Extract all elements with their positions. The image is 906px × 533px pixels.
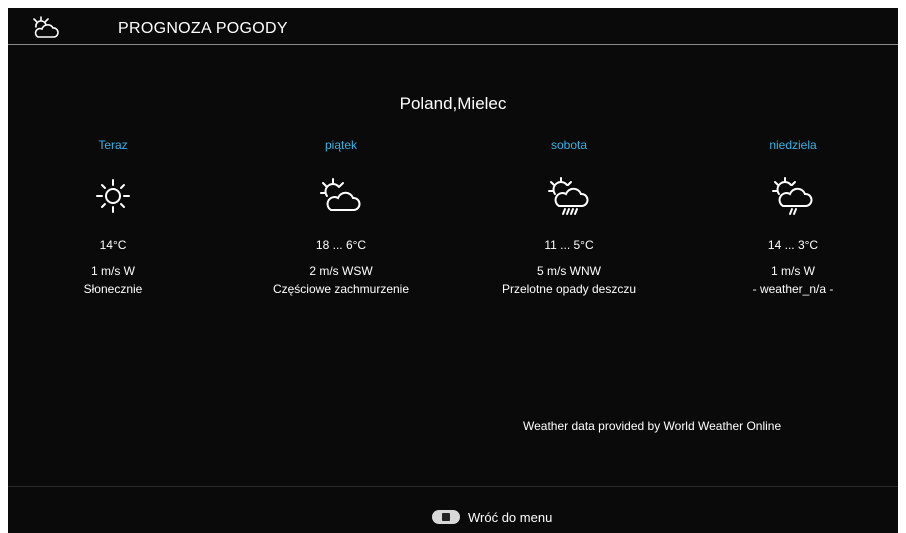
wind: 1 m/s W — [91, 264, 135, 278]
weather-description: Słonecznie — [83, 282, 143, 296]
back-to-menu-button[interactable]: Wróć do menu — [432, 506, 552, 528]
sun-cloud-drizzle-icon — [772, 177, 813, 215]
location-label: Poland,Mielec — [399, 94, 507, 113]
weather-description: Częściowe zachmurzenie — [272, 282, 410, 296]
weather-screen: PROGNOZA POGODY Poland,Mielec Teraz 14°C… — [8, 8, 898, 533]
forecast-column-now: Teraz 14°C 1 m/s W Słonecznie — [8, 138, 218, 296]
header-bar: PROGNOZA POGODY — [8, 8, 898, 45]
day-label: Teraz — [98, 138, 128, 152]
footer-divider — [8, 486, 898, 487]
page-title: PROGNOZA POGODY — [118, 20, 288, 37]
day-label: piątek — [324, 138, 358, 152]
weather-description: Przelotne opady deszczu — [501, 282, 637, 296]
weather-app-icon — [33, 16, 59, 38]
forecast-column-friday: piątek 18 ... 6°C 2 m/s WSW Częściowe za… — [236, 138, 446, 296]
weather-description: - weather_n/a - — [752, 282, 834, 296]
day-label: sobota — [550, 138, 588, 152]
temperature: 11 ... 5°C — [544, 238, 594, 252]
temperature: 14°C — [99, 238, 127, 252]
back-to-menu-label: Wróć do menu — [468, 509, 553, 525]
remote-button-icon — [432, 510, 460, 524]
forecast-column-saturday: sobota 11 ... 5°C 5 m/s WNW Przelotne op… — [464, 138, 674, 296]
data-credit: Weather data provided by World Weather O… — [523, 419, 782, 433]
day-label: niedziela — [769, 138, 817, 152]
sun-cloud-rain-icon — [548, 177, 589, 215]
partly-cloudy-icon — [320, 178, 361, 211]
sun-icon — [96, 179, 130, 213]
wind: 2 m/s WSW — [309, 264, 373, 278]
wind: 1 m/s W — [771, 264, 815, 278]
wind: 5 m/s WNW — [537, 264, 601, 278]
forecast-column-sunday: niedziela 14 ... 3°C 1 m/s W - weather_n… — [688, 138, 898, 296]
temperature: 18 ... 6°C — [315, 238, 367, 252]
temperature: 14 ... 3°C — [767, 238, 819, 252]
